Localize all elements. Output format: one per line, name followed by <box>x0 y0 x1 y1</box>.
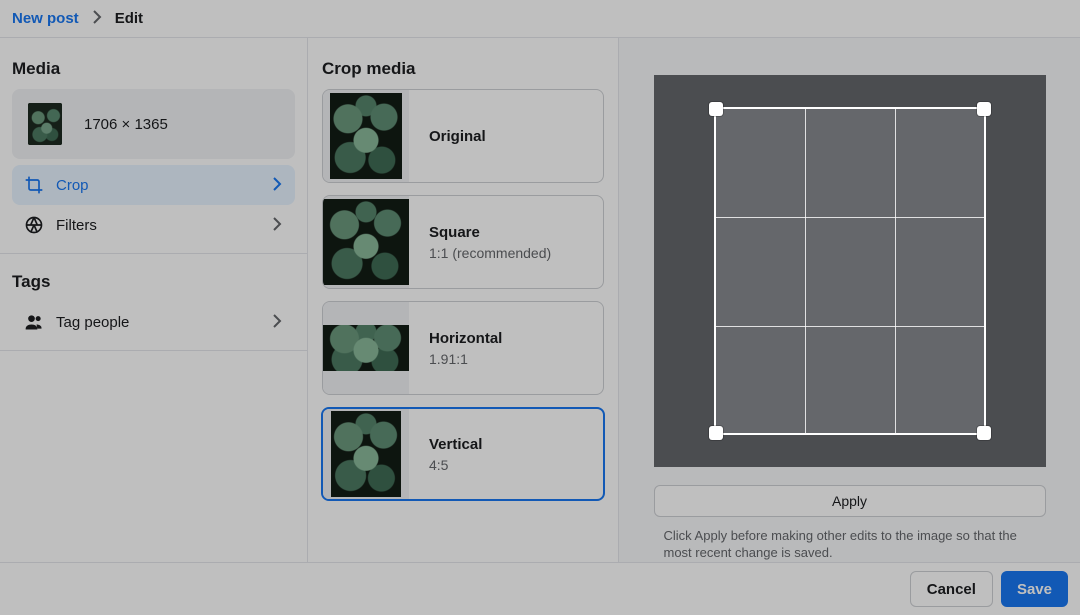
chevron-right-icon <box>89 9 105 28</box>
sidebar-item-label: Filters <box>56 217 97 234</box>
divider <box>0 350 307 351</box>
breadcrumb-new-post[interactable]: New post <box>12 10 79 27</box>
crop-panel: Crop media Original Square 1:1 (recommen… <box>308 38 619 562</box>
cancel-button[interactable]: Cancel <box>910 571 993 607</box>
breadcrumb: New post Edit <box>0 0 1080 38</box>
tags-section-title: Tags <box>0 262 307 302</box>
crop-option-name: Vertical <box>429 436 482 453</box>
crop-handle-top-left[interactable] <box>709 102 723 116</box>
crop-option-square[interactable]: Square 1:1 (recommended) <box>322 195 604 289</box>
left-sidebar: Media 1706 × 1365 Crop Filters <box>0 38 308 562</box>
sidebar-item-tag-people[interactable]: Tag people <box>12 302 295 342</box>
crop-option-original[interactable]: Original <box>322 89 604 183</box>
media-thumbnail <box>28 103 62 145</box>
crop-option-name: Original <box>429 128 486 145</box>
crop-option-sub: 1:1 (recommended) <box>429 245 551 261</box>
crop-icon <box>24 175 44 195</box>
crop-thumb <box>323 196 409 288</box>
chevron-right-icon <box>269 176 285 195</box>
sidebar-item-label: Crop <box>56 177 89 194</box>
crop-option-name: Square <box>429 224 551 241</box>
crop-option-vertical[interactable]: Vertical 4:5 <box>321 407 605 501</box>
crop-handle-top-right[interactable] <box>977 102 991 116</box>
crop-frame[interactable] <box>714 107 986 435</box>
preview-panel: Apply Click Apply before making other ed… <box>619 38 1080 562</box>
crop-handle-bottom-left[interactable] <box>709 426 723 440</box>
sidebar-item-label: Tag people <box>56 314 129 331</box>
chevron-right-icon <box>269 216 285 235</box>
divider <box>0 253 307 254</box>
apply-hint: Click Apply before making other edits to… <box>654 527 1046 562</box>
tag-people-icon <box>24 312 44 332</box>
crop-thumb <box>323 302 409 394</box>
sidebar-item-filters[interactable]: Filters <box>12 205 295 245</box>
apply-button[interactable]: Apply <box>654 485 1046 517</box>
media-section-title: Media <box>0 49 307 89</box>
crop-option-sub: 4:5 <box>429 457 482 473</box>
crop-thumb <box>323 90 409 182</box>
preview-stage <box>654 75 1046 467</box>
media-item[interactable]: 1706 × 1365 <box>12 89 295 159</box>
crop-option-sub: 1.91:1 <box>429 351 502 367</box>
save-button[interactable]: Save <box>1001 571 1068 607</box>
aperture-icon <box>24 215 44 235</box>
crop-panel-title: Crop media <box>308 49 618 89</box>
breadcrumb-current: Edit <box>115 10 143 27</box>
media-dimensions: 1706 × 1365 <box>84 116 168 133</box>
footer: Cancel Save <box>0 562 1080 615</box>
crop-handle-bottom-right[interactable] <box>977 426 991 440</box>
sidebar-item-crop[interactable]: Crop <box>12 165 295 205</box>
crop-option-name: Horizontal <box>429 330 502 347</box>
crop-option-horizontal[interactable]: Horizontal 1.91:1 <box>322 301 604 395</box>
chevron-right-icon <box>269 313 285 332</box>
crop-thumb <box>323 409 409 499</box>
